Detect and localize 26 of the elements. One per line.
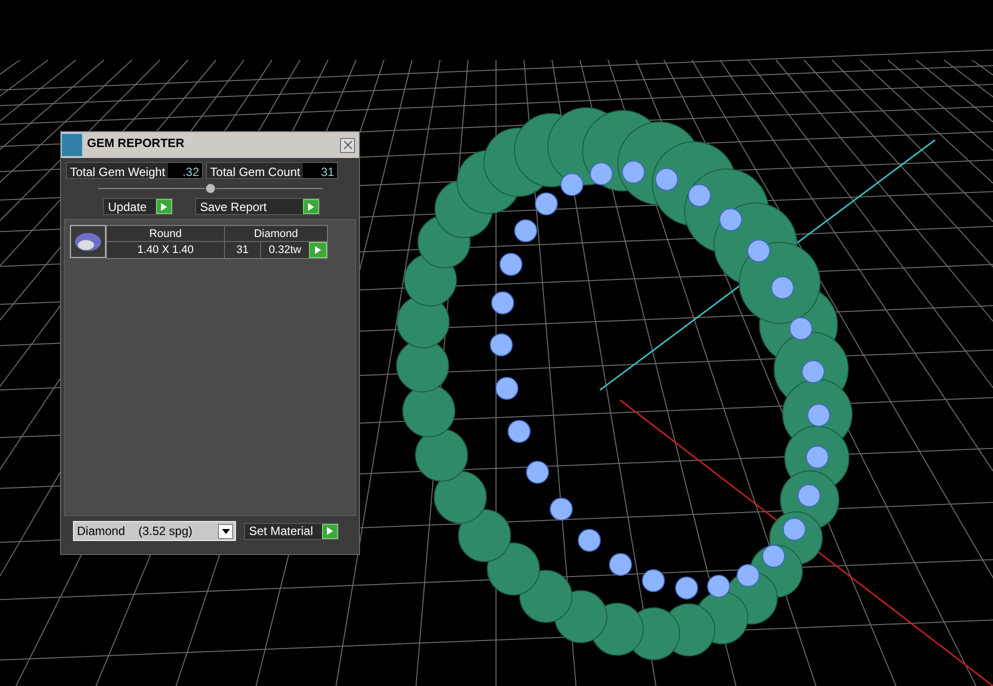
gem-thumbnail[interactable] <box>70 225 106 258</box>
close-icon <box>344 141 352 149</box>
gem-count: 31 <box>225 242 261 258</box>
panel-button[interactable]: Set Material <box>244 522 339 540</box>
gem-icon <box>74 232 102 252</box>
material-dropdown[interactable]: Diamond (3.52 spg) <box>73 521 236 541</box>
total-label: Total Gem Count <box>209 164 302 178</box>
collapse-handle[interactable] <box>204 182 216 194</box>
app-icon <box>61 133 83 157</box>
panel-button[interactable]: Update <box>103 198 173 215</box>
gem-weight: 0.32tw <box>261 242 309 258</box>
play-icon <box>315 246 321 254</box>
panel-button[interactable]: Save Report <box>195 198 320 215</box>
close-button[interactable] <box>340 138 355 152</box>
play-icon <box>322 524 338 538</box>
window-title: GEM REPORTER <box>87 135 186 152</box>
dropdown-value: Diamond (3.52 spg) <box>77 523 192 540</box>
play-button[interactable] <box>309 242 327 258</box>
gem-shape: Round <box>107 226 225 242</box>
total-label: Total Gem Weight <box>69 164 166 178</box>
gem-size: 1.40 X 1.40 <box>107 242 225 258</box>
total-value: 31 <box>303 163 338 178</box>
gem-material: Diamond <box>225 226 327 242</box>
play-icon <box>156 199 172 214</box>
total-value: .32 <box>168 163 202 178</box>
play-icon <box>303 199 319 214</box>
